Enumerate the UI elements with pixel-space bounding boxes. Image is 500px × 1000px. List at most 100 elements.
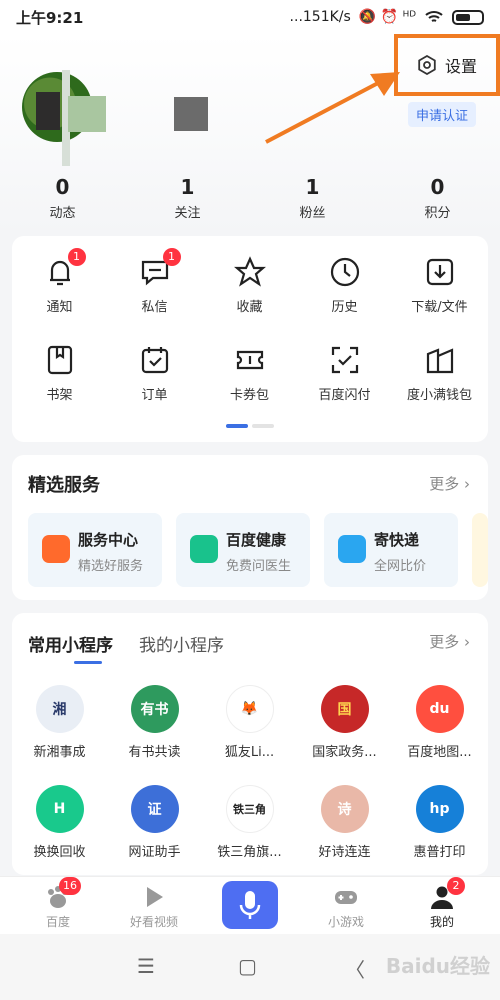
service-subtitle: 全网比价 <box>374 559 427 574</box>
baidu-health-tile[interactable]: 百度健康 免费问医生 <box>176 513 310 587</box>
mini-logo: 证 <box>130 785 179 833</box>
back-button[interactable]: 〈 <box>345 954 365 983</box>
mini-item[interactable]: 湘新湘事成 <box>12 685 107 760</box>
order-icon <box>139 344 171 376</box>
stat-value: 0 <box>430 175 445 199</box>
mini-logo: 湘 <box>35 685 84 733</box>
play-icon <box>141 885 167 909</box>
grid-item-baidu-pay[interactable]: 百度闪付 <box>297 344 392 403</box>
status-time: 上午9:21 <box>16 8 84 27</box>
mini-logo: hp <box>415 785 464 833</box>
gear-icon <box>418 55 436 75</box>
mini-logo: 有书 <box>130 685 179 733</box>
tab-mini-games[interactable]: 小游戏 <box>296 885 396 930</box>
tab-label: 好看视频 <box>129 915 178 929</box>
services-more-link[interactable]: 更多 › <box>429 473 470 494</box>
stat-following[interactable]: 1 关注 <box>125 174 250 221</box>
grid-label: 私信 <box>141 300 168 315</box>
grid-item-history[interactable]: 历史 <box>297 256 392 315</box>
home-button[interactable]: ▢ <box>238 954 257 978</box>
mini-item[interactable]: 有书 有书共读 <box>107 685 202 760</box>
clock-icon <box>329 256 361 288</box>
voice-search-button[interactable] <box>222 881 278 929</box>
grid-item-messages[interactable]: 1 私信 <box>107 248 202 315</box>
baidu-paw-icon: 16 <box>45 877 81 909</box>
mini-item[interactable]: 诗好诗连连 <box>297 785 392 860</box>
message-badge: 1 <box>162 248 181 266</box>
wifi-icon <box>425 11 443 22</box>
status-right: ...151K/s 🔕 ⏰ ᴴᴰ <box>290 9 484 25</box>
express-box-icon <box>338 535 366 563</box>
grid-label: 百度闪付 <box>318 388 371 403</box>
blurred-username-2 <box>174 97 208 131</box>
grid-item-orders[interactable]: 订单 <box>107 344 202 403</box>
stat-points[interactable]: 0 积分 <box>375 174 500 221</box>
service-title: 服务中心 <box>78 531 139 549</box>
bottom-tab-bar: 16 百度 好看视频 小游戏 2 我的 <box>0 876 500 934</box>
mini-item[interactable]: 🦊 狐友Li... <box>202 685 297 760</box>
stat-fans[interactable]: 1 粉丝 <box>250 174 375 221</box>
download-icon <box>424 256 456 288</box>
stat-posts[interactable]: 0 动态 <box>0 174 125 221</box>
stat-label: 积分 <box>424 206 451 221</box>
active-tab-indicator <box>74 661 102 664</box>
tab-baidu[interactable]: 16 百度 <box>8 877 108 930</box>
mini-item[interactable]: H 换换回收 <box>12 785 107 860</box>
service-title: 百度健康 <box>226 531 287 549</box>
person-icon: 2 <box>429 877 465 909</box>
mini-item[interactable]: 国国家政务... <box>297 685 392 760</box>
apply-certification-button[interactable]: 申请认证 <box>407 102 476 127</box>
mini-label: 新湘事成 <box>33 745 86 760</box>
next-service-tile-peek[interactable] <box>472 513 488 587</box>
grid-label: 通知 <box>46 300 73 315</box>
grid-item-downloads[interactable]: 下载/文件 <box>392 256 487 315</box>
stat-value: 1 <box>180 175 195 199</box>
tab-label: 小游戏 <box>327 915 364 929</box>
tab-haokan-video[interactable]: 好看视频 <box>104 885 204 930</box>
more-label: 更多 <box>429 475 460 493</box>
network-speed: ...151K/s <box>289 9 351 25</box>
mini-item[interactable]: du 百度地图... <box>392 685 487 760</box>
mini-logo: 铁三角 <box>225 785 274 833</box>
grid-label: 收藏 <box>236 300 263 315</box>
stat-value: 1 <box>305 175 320 199</box>
mini-logo: du <box>415 685 464 733</box>
chat-icon: 1 <box>139 248 181 288</box>
express-tile[interactable]: 寄快递 全网比价 <box>324 513 458 587</box>
menu-button[interactable]: ☰ <box>137 954 155 978</box>
microphone-icon <box>239 891 261 919</box>
me-badge: 2 <box>447 877 465 895</box>
service-center-icon <box>42 535 70 563</box>
service-title: 寄快递 <box>374 531 420 549</box>
grid-label: 订单 <box>141 388 168 403</box>
grid-label: 卡券包 <box>229 388 269 403</box>
tab-label: 我的 <box>429 915 454 929</box>
mini-more-link[interactable]: 更多 › <box>429 631 470 652</box>
grid-item-favorites[interactable]: 收藏 <box>202 256 297 315</box>
grid-item-bookshelf[interactable]: 书架 <box>12 344 107 403</box>
bell-icon: 1 <box>44 248 86 288</box>
page-indicator <box>226 424 274 428</box>
bookshelf-icon <box>44 344 76 376</box>
shortcut-grid-card: 1 通知 1 私信 收藏 历史 下载/文件 书架 订单 卡券包 百度闪付 度小满… <box>12 236 488 442</box>
grid-item-wallet[interactable]: 度小满钱包 <box>392 344 487 403</box>
grid-item-notice[interactable]: 1 通知 <box>12 248 107 315</box>
mini-item[interactable]: 证网证助手 <box>107 785 202 860</box>
mini-logo: 诗 <box>320 785 369 833</box>
scan-pay-icon <box>329 344 361 376</box>
stat-label: 粉丝 <box>299 206 326 221</box>
grid-item-coupons[interactable]: 卡券包 <box>202 344 297 403</box>
mini-item[interactable]: 铁三角 铁三角旗... <box>202 785 297 860</box>
tab-frequent[interactable]: 常用小程序 <box>28 631 113 656</box>
annotation-arrow <box>265 72 400 144</box>
mini-programs-card: 常用小程序 我的小程序 更多 › 湘新湘事成 有书 有书共读 🦊 狐友Li... 国… <box>12 613 488 875</box>
service-center-tile[interactable]: 服务中心 精选好服务 <box>28 513 162 587</box>
grid-label: 下载/文件 <box>411 300 468 315</box>
star-icon <box>233 256 266 288</box>
mini-label: 狐友Li... <box>224 745 275 760</box>
stat-label: 动态 <box>49 206 76 221</box>
tab-me[interactable]: 2 我的 <box>392 877 492 930</box>
tab-mine[interactable]: 我的小程序 <box>139 631 224 656</box>
stat-value: 0 <box>55 175 70 199</box>
mini-item[interactable]: hp 惠普打印 <box>392 785 487 860</box>
